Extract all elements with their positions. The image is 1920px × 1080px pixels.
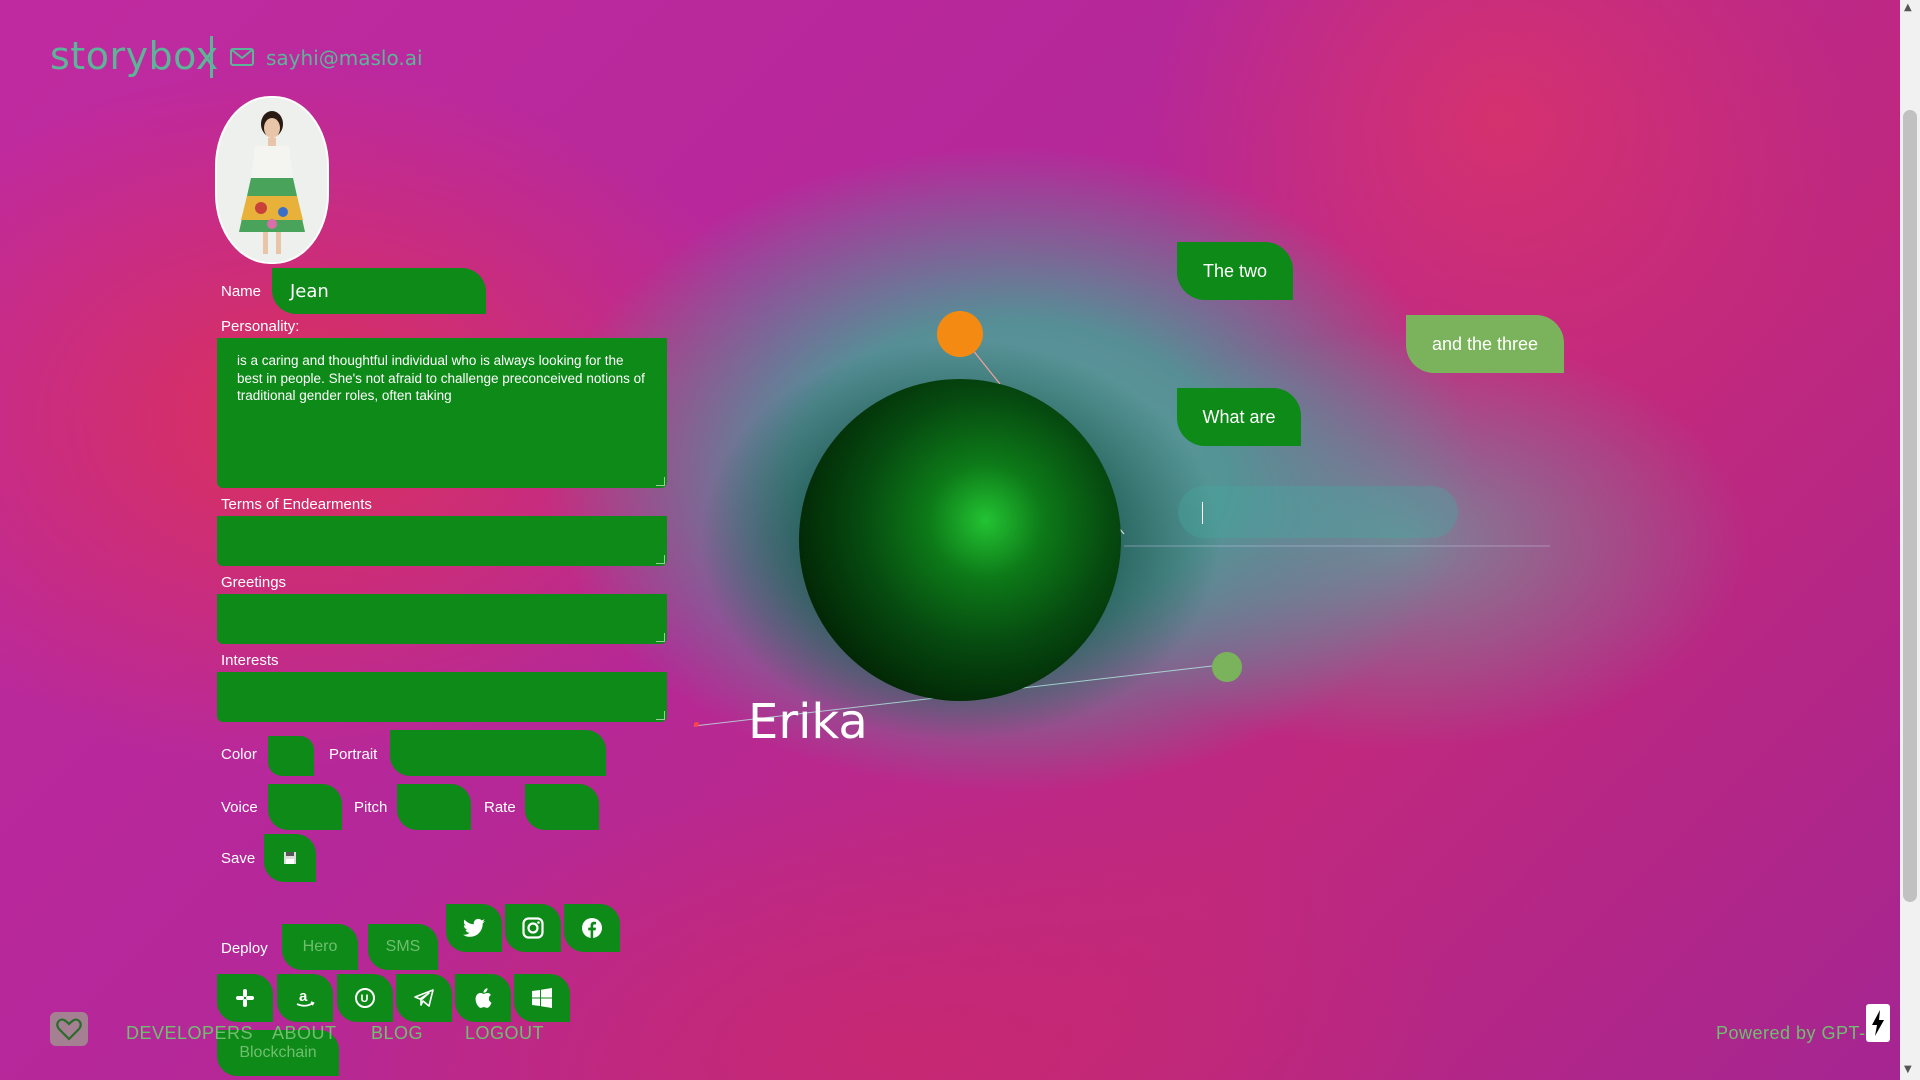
red-node: [694, 722, 699, 727]
orange-node[interactable]: [937, 311, 983, 357]
footer-link-about[interactable]: ABOUT: [272, 1023, 337, 1044]
quick-action-button[interactable]: [1866, 1004, 1890, 1042]
scroll-down-arrow[interactable]: ▼: [1904, 1064, 1912, 1075]
chat-input[interactable]: [1178, 486, 1458, 538]
character-orb[interactable]: [799, 379, 1121, 701]
lightning-icon: [1872, 1010, 1884, 1036]
scrollbar-thumb[interactable]: [1903, 110, 1917, 902]
footer-link-developers[interactable]: DEVELOPERS: [126, 1023, 253, 1044]
green-node[interactable]: [1212, 652, 1242, 682]
powered-by-text[interactable]: Powered by GPT-3: [1716, 1023, 1876, 1044]
footer-link-logout[interactable]: LOGOUT: [465, 1023, 544, 1044]
footer-link-blog[interactable]: BLOG: [371, 1023, 423, 1044]
chat-bubble[interactable]: What are: [1177, 388, 1301, 446]
heart-icon: [56, 1018, 82, 1041]
chat-bubble[interactable]: and the three: [1406, 315, 1564, 373]
chat-bubble[interactable]: The two: [1177, 242, 1293, 300]
character-name: Erika: [748, 694, 868, 750]
text-caret: [1202, 502, 1203, 524]
favorite-button[interactable]: [50, 1012, 88, 1046]
scroll-up-arrow[interactable]: ▲: [1904, 2, 1912, 13]
